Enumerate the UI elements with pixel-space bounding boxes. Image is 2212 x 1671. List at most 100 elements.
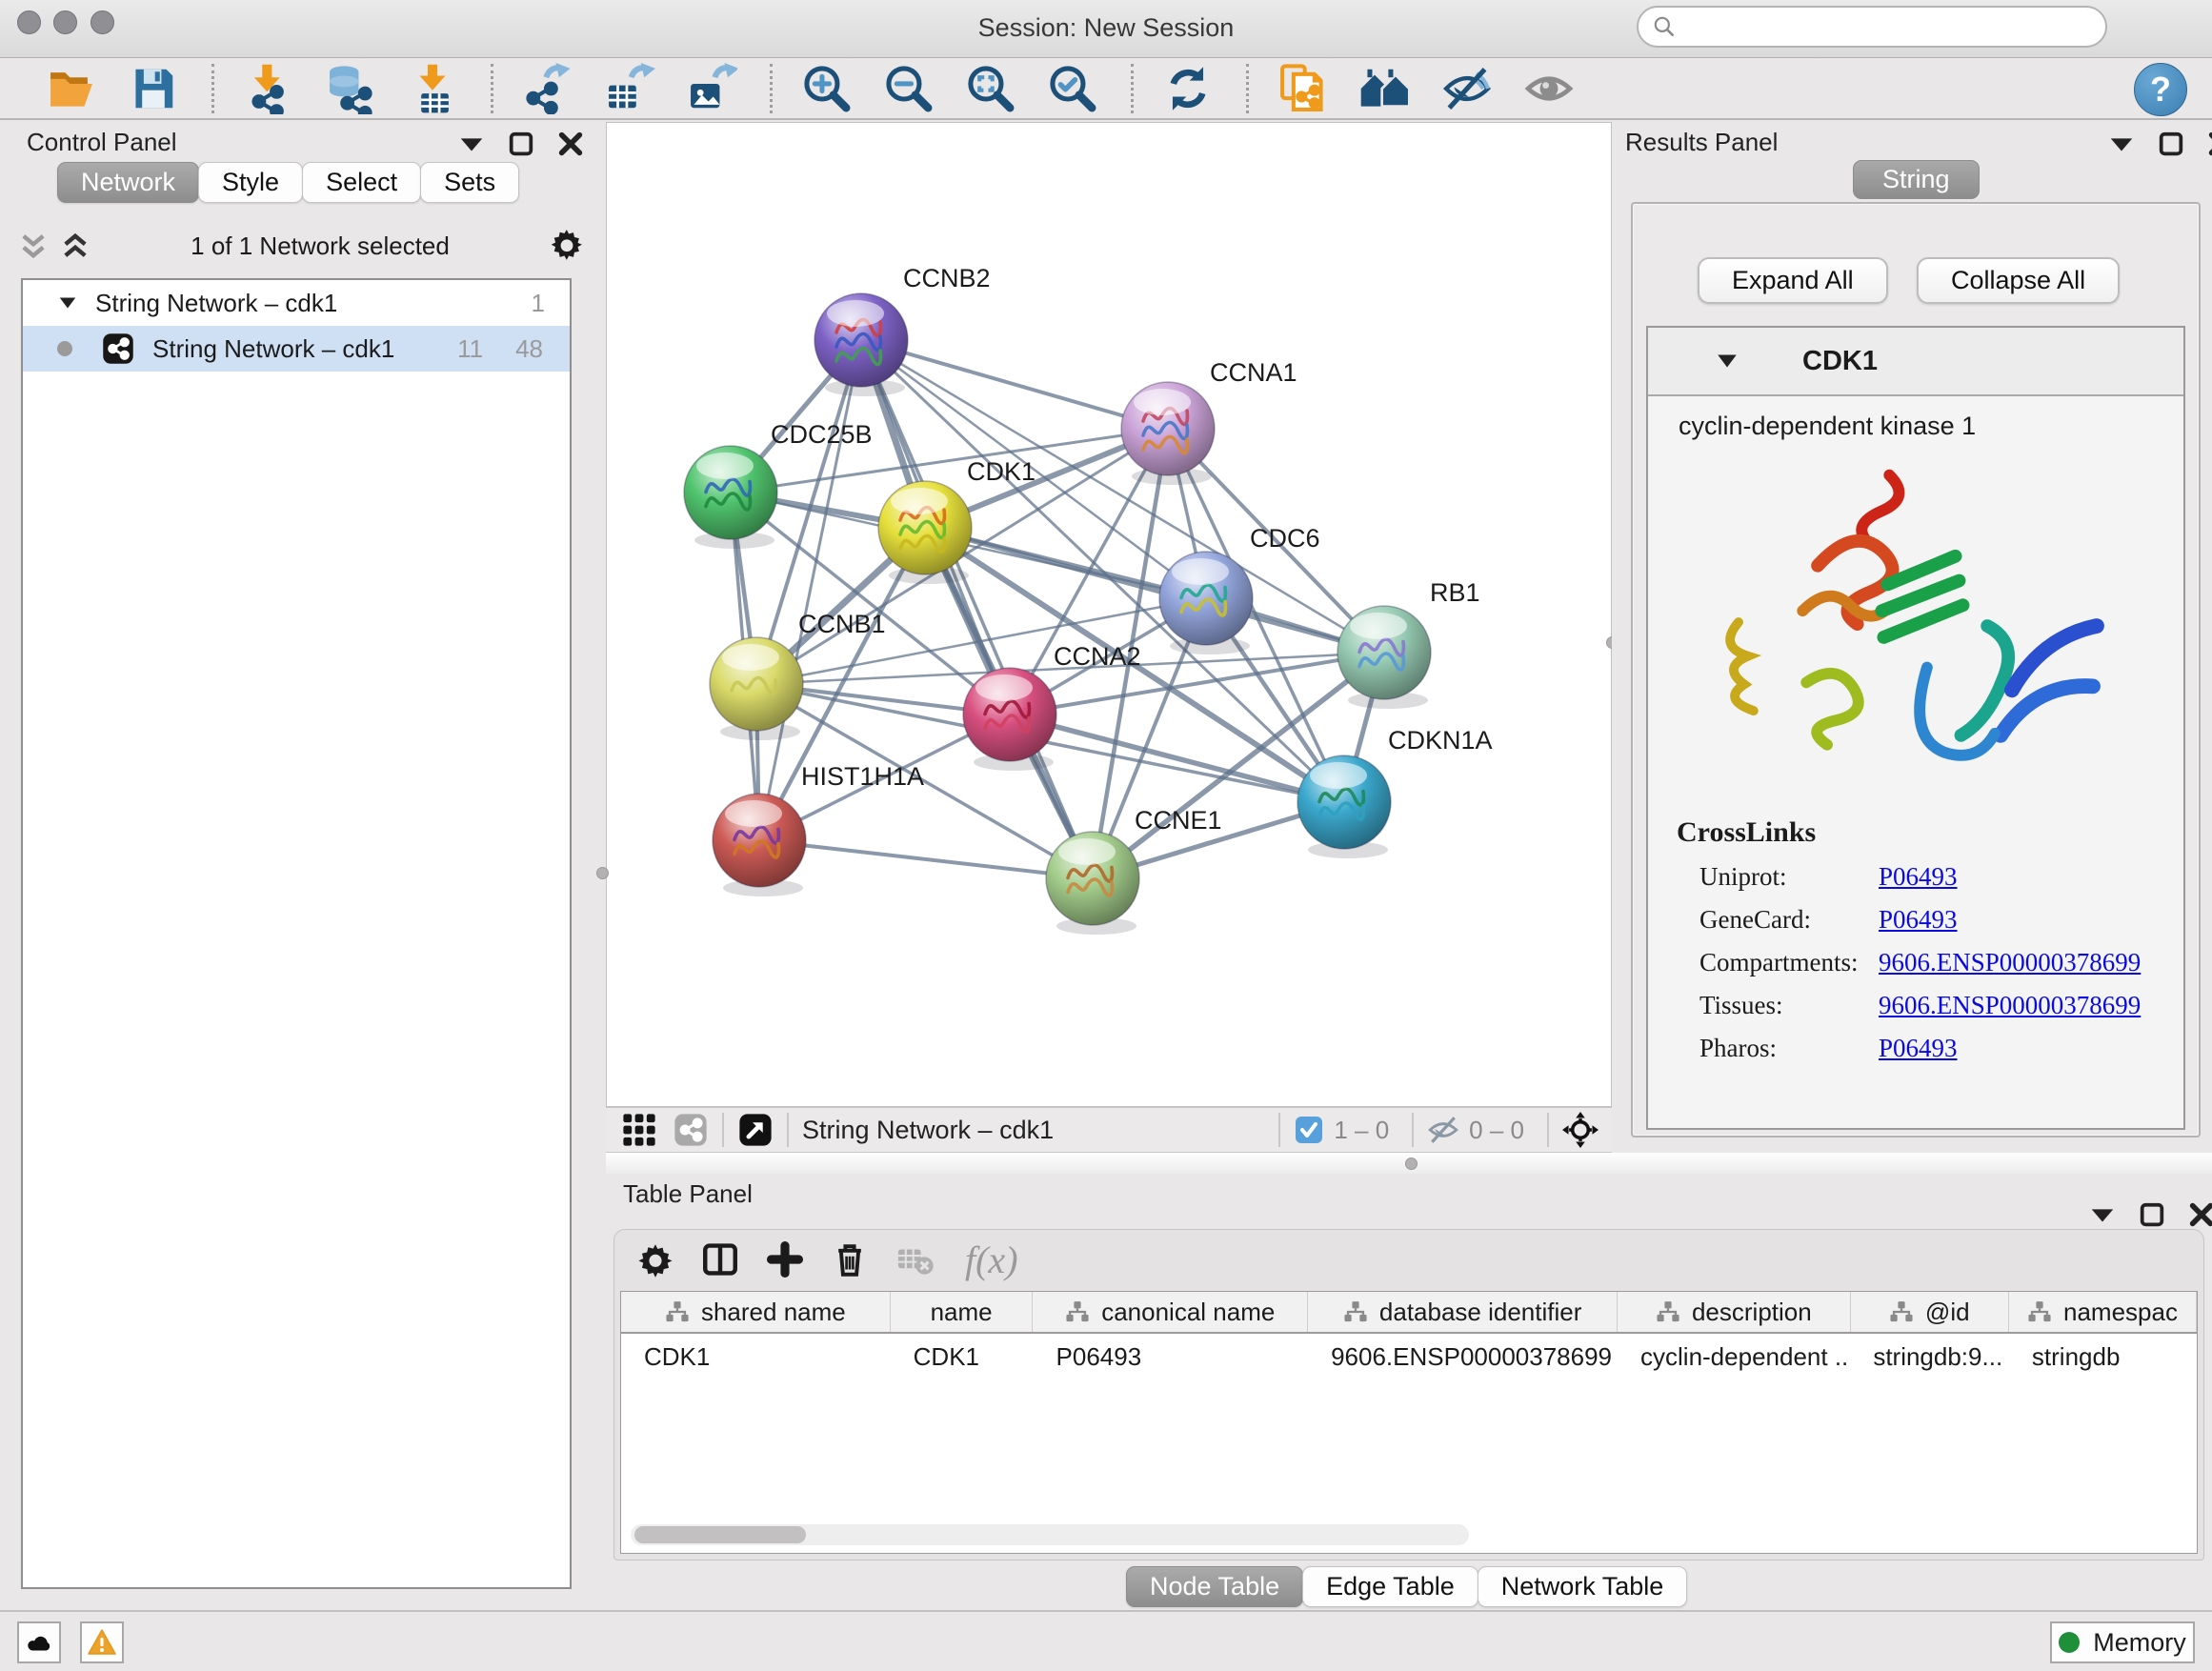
network-canvas[interactable]: CCNB2CCNA1CDC25BCDK1CDC6RB1CCNB1CCNA2CDK… xyxy=(606,122,1612,1107)
panel-menu-icon[interactable] xyxy=(457,130,486,158)
toolbar-separator xyxy=(1246,64,1249,113)
column-header-namespac[interactable]: namespac xyxy=(2009,1292,2197,1332)
column-header-name[interactable]: name xyxy=(891,1292,1034,1332)
column-tree-icon xyxy=(1065,1299,1090,1324)
network-node-rb1[interactable]: RB1 xyxy=(1337,578,1480,709)
section-collapse-icon[interactable] xyxy=(1715,349,1739,373)
network-node-ccnb1[interactable]: CCNB1 xyxy=(710,610,886,740)
float-panel-icon[interactable] xyxy=(507,130,535,158)
help-button[interactable]: ? xyxy=(2134,63,2187,116)
crosslink-link[interactable]: P06493 xyxy=(1879,1034,1958,1063)
panel-menu-icon[interactable] xyxy=(2107,130,2136,158)
table-settings-gear-icon[interactable] xyxy=(635,1239,675,1279)
column-header-database-identifier[interactable]: database identifier xyxy=(1308,1292,1618,1332)
tab-edge-table[interactable]: Edge Table xyxy=(1302,1566,1478,1607)
close-panel-icon[interactable] xyxy=(2187,1200,2212,1229)
expand-all-button[interactable]: Expand All xyxy=(1698,257,1888,304)
network-node-ccnb2[interactable]: CCNB2 xyxy=(814,264,991,396)
open-file-button[interactable] xyxy=(46,61,101,116)
table-cell: cyclin-dependent ... xyxy=(1618,1342,1850,1372)
network-share-icon xyxy=(101,332,135,366)
warnings-button[interactable] xyxy=(80,1621,124,1663)
crosslink-link[interactable]: 9606.ENSP00000378699 xyxy=(1879,991,2141,1020)
memory-button[interactable]: Memory xyxy=(2050,1621,2195,1663)
column-header-canonical-name[interactable]: canonical name xyxy=(1033,1292,1308,1332)
network-node-ccna1[interactable]: CCNA1 xyxy=(1121,358,1297,485)
zoom-fit-button[interactable] xyxy=(965,61,1020,116)
column-header-shared-name[interactable]: shared name xyxy=(621,1292,891,1332)
hscrollbar-thumb[interactable] xyxy=(634,1526,806,1543)
network-collection-row[interactable]: String Network – cdk1 1 xyxy=(23,280,570,326)
export-table-button[interactable] xyxy=(604,61,659,116)
duplicate-network-button[interactable] xyxy=(1277,61,1333,116)
table-panel: Table Panel xyxy=(606,1174,2212,1610)
edge-CCNB2-CCNE1[interactable] xyxy=(861,340,1093,878)
grid-view-icon[interactable] xyxy=(621,1112,657,1148)
tab-sets[interactable]: Sets xyxy=(420,162,519,203)
network-node-cdc6[interactable]: CDC6 xyxy=(1159,524,1320,654)
export-network-button[interactable] xyxy=(522,61,577,116)
splitter-handle[interactable] xyxy=(1405,1158,1418,1170)
panel-menu-icon[interactable] xyxy=(2088,1200,2117,1229)
tab-style[interactable]: Style xyxy=(198,162,303,203)
toggle-graphics-details-button[interactable] xyxy=(1441,61,1497,116)
import-network-button[interactable] xyxy=(243,61,298,116)
save-session-button[interactable] xyxy=(128,61,183,116)
cloud-button[interactable] xyxy=(17,1621,61,1663)
gene-section-header[interactable]: CDK1 xyxy=(1648,328,2183,396)
left-splitter-handle[interactable] xyxy=(596,867,609,879)
delete-column-icon[interactable] xyxy=(830,1239,870,1279)
selected-checkbox-icon[interactable] xyxy=(1294,1115,1324,1145)
toggle-graphics-details-icon xyxy=(1441,63,1493,114)
close-panel-icon[interactable] xyxy=(556,130,585,158)
close-panel-icon[interactable] xyxy=(2206,130,2212,158)
collapse-all-button[interactable]: Collapse All xyxy=(1917,257,2120,304)
eye-button[interactable] xyxy=(1523,61,1579,116)
refresh-button[interactable] xyxy=(1162,61,1217,116)
search-input[interactable] xyxy=(1677,12,2081,42)
tab-node-table[interactable]: Node Table xyxy=(1126,1566,1303,1607)
column-header-@id[interactable]: @id xyxy=(1851,1292,2009,1332)
show-columns-icon[interactable] xyxy=(700,1239,740,1279)
tab-select[interactable]: Select xyxy=(302,162,421,203)
import-table-button[interactable] xyxy=(407,61,462,116)
detach-view-icon[interactable] xyxy=(737,1112,774,1148)
crosslink-link[interactable]: 9606.ENSP00000378699 xyxy=(1879,948,2141,977)
edge-HIST1H1A-CCNE1[interactable] xyxy=(759,840,1093,878)
homes-button[interactable] xyxy=(1359,61,1415,116)
collection-expand-icon[interactable] xyxy=(57,292,78,313)
gear-icon[interactable] xyxy=(549,228,585,264)
table-cell: stringdb xyxy=(2009,1342,2197,1372)
network-node-cdkn1a[interactable]: CDKN1A xyxy=(1297,726,1493,858)
network-graph[interactable]: CCNB2CCNA1CDC25BCDK1CDC6RB1CCNB1CCNA2CDK… xyxy=(607,123,1611,1106)
tab-string[interactable]: String xyxy=(1853,160,1980,199)
column-header-description[interactable]: description xyxy=(1618,1292,1850,1332)
node-label-cdc25b: CDC25B xyxy=(771,420,873,449)
zoom-out-button[interactable] xyxy=(883,61,938,116)
application-window: Session: New Session ? Control Panel Net… xyxy=(0,0,2212,1671)
results-panel-title: Results Panel xyxy=(1625,128,1778,157)
float-panel-icon[interactable] xyxy=(2138,1200,2166,1229)
birdseye-navigator-icon[interactable] xyxy=(1562,1112,1599,1148)
table-row[interactable]: CDK1CDK1P064939606.ENSP00000378699cyclin… xyxy=(621,1334,2197,1379)
import-database-button[interactable] xyxy=(325,61,380,116)
network-view-share-icon[interactable] xyxy=(673,1112,709,1148)
float-panel-icon[interactable] xyxy=(2157,130,2185,158)
network-node-ccne1[interactable]: CCNE1 xyxy=(1046,806,1222,935)
warning-icon xyxy=(87,1627,117,1658)
network-row-selected[interactable]: String Network – cdk1 11 48 xyxy=(23,326,570,372)
expand-all-icon[interactable] xyxy=(59,230,91,262)
crosslink-link[interactable]: P06493 xyxy=(1879,862,1958,892)
zoom-selected-button[interactable] xyxy=(1047,61,1102,116)
network-node-hist1h1a[interactable]: HIST1H1A xyxy=(713,762,924,896)
table-hscrollbar[interactable] xyxy=(631,1524,1469,1545)
zoom-in-button[interactable] xyxy=(801,61,856,116)
crosslink-link[interactable]: P06493 xyxy=(1879,905,1958,935)
add-column-icon[interactable] xyxy=(765,1239,805,1279)
tab-network-table[interactable]: Network Table xyxy=(1478,1566,1688,1607)
export-image-button[interactable] xyxy=(686,61,741,116)
search-box[interactable] xyxy=(1637,6,2107,48)
collapse-all-icon[interactable] xyxy=(17,230,50,262)
tab-network[interactable]: Network xyxy=(57,162,199,203)
hidden-eye-slash-icon[interactable] xyxy=(1427,1114,1459,1146)
